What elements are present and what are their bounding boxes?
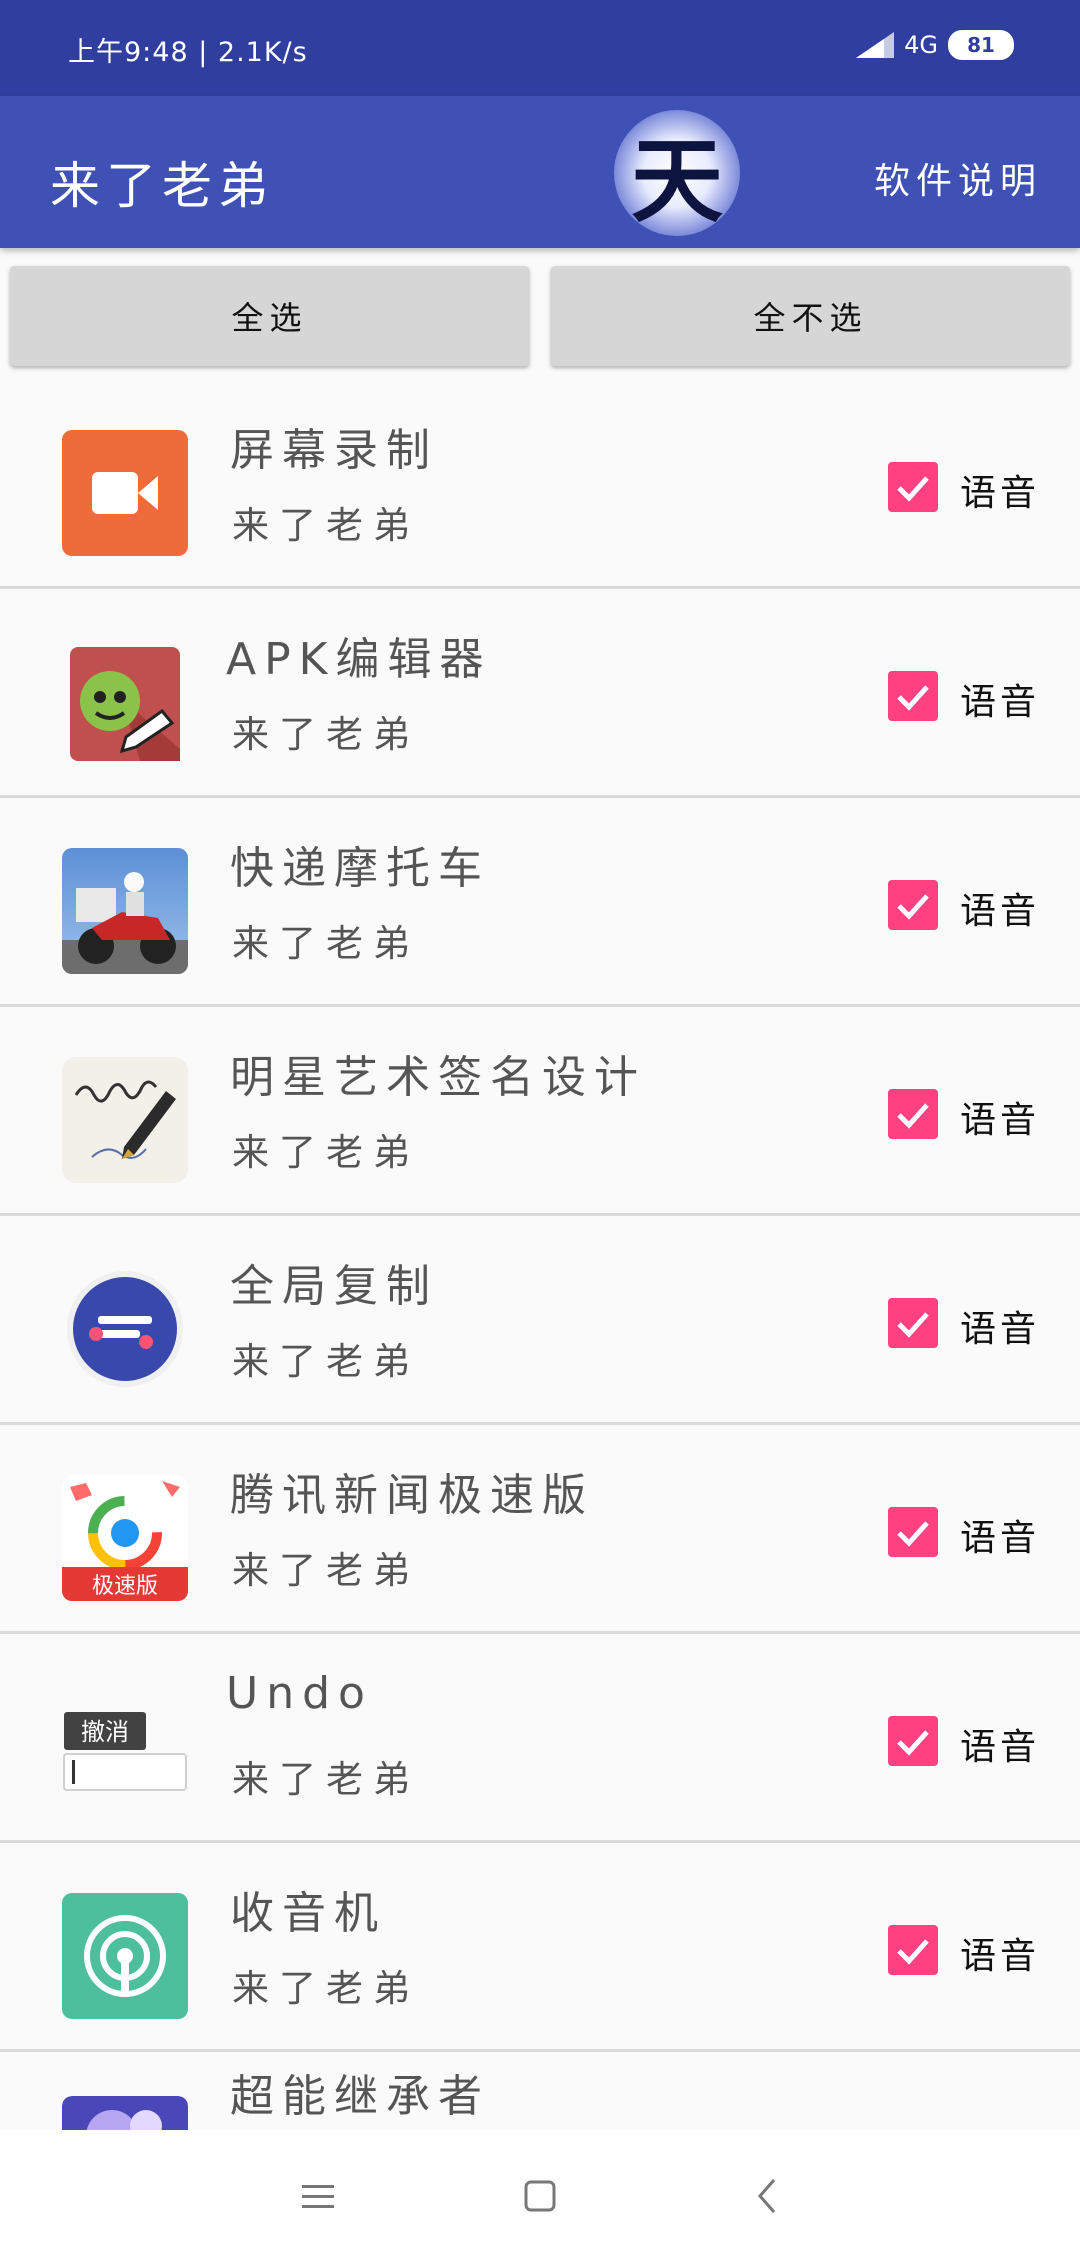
global-copy-icon	[62, 1266, 188, 1392]
menu-icon[interactable]	[290, 2168, 346, 2224]
voice-checkbox[interactable]	[888, 1507, 938, 1557]
undo-badge-text: 撤消	[81, 1718, 129, 1746]
app-name: Undo	[226, 1668, 373, 1719]
app-name: APK编辑器	[226, 634, 492, 685]
app-subtitle: 来了老弟	[232, 713, 420, 756]
voice-checkbox[interactable]	[888, 1089, 938, 1139]
voice-checkbox[interactable]	[888, 1298, 938, 1348]
list-item: 全局复制 来了老弟 语音	[0, 1216, 1080, 1425]
voice-label: 语音	[960, 1309, 1041, 1350]
voice-label: 语音	[960, 473, 1041, 514]
voice-checkbox[interactable]	[888, 462, 938, 512]
undo-icon: 撤消	[62, 1684, 188, 1810]
app-title: 来了老弟	[50, 157, 274, 215]
back-icon[interactable]	[740, 2168, 796, 2224]
voice-checkbox[interactable]	[888, 880, 938, 930]
check-icon	[897, 1939, 929, 1965]
app-name: 全局复制	[230, 1261, 438, 1312]
apk-editor-icon	[62, 639, 188, 765]
app-name: 收音机	[230, 1888, 386, 1939]
motorcycle-game-icon	[62, 848, 188, 974]
check-icon	[897, 894, 929, 920]
app-subtitle: 来了老弟	[232, 1340, 420, 1383]
voice-checkbox[interactable]	[888, 1925, 938, 1975]
list-item: 撤消 Undo 来了老弟 语音	[0, 1634, 1080, 1843]
app-name: 屏幕录制	[230, 425, 438, 476]
select-none-button[interactable]: 全不选	[551, 266, 1070, 366]
battery-level: 81	[967, 33, 995, 57]
help-link[interactable]: 软件说明	[874, 152, 1042, 204]
voice-label: 语音	[960, 1936, 1041, 1977]
list-item: 屏幕录制 来了老弟 语音	[0, 380, 1080, 589]
voice-label: 语音	[960, 682, 1041, 723]
list-item: 极速版 腾讯新闻极速版 来了老弟 语音	[0, 1425, 1080, 1634]
signal-icon	[856, 32, 895, 58]
app-name: 腾讯新闻极速版	[230, 1470, 594, 1521]
status-time-speed: 上午9:48 | 2.1K/s	[68, 37, 308, 68]
game-character-icon	[62, 2096, 188, 2130]
logo: 天	[614, 110, 740, 236]
network-type: 4G	[904, 31, 938, 59]
radio-icon	[62, 1893, 188, 2019]
voice-checkbox[interactable]	[888, 671, 938, 721]
select-all-button[interactable]: 全选	[10, 266, 529, 366]
screen-record-icon	[62, 430, 188, 556]
list-item: 收音机 来了老弟 语音	[0, 1843, 1080, 2052]
app-name: 明星艺术签名设计	[230, 1052, 646, 1103]
home-icon[interactable]	[512, 2168, 568, 2224]
voice-label: 语音	[960, 1727, 1041, 1768]
tencent-news-icon: 极速版	[62, 1475, 188, 1601]
app-subtitle: 来了老弟	[232, 1549, 420, 1592]
voice-checkbox[interactable]	[888, 1716, 938, 1766]
check-icon	[897, 685, 929, 711]
voice-label: 语音	[960, 891, 1041, 932]
voice-label: 语音	[960, 1100, 1041, 1141]
check-icon	[897, 1521, 929, 1547]
status-icons: 4G 81	[856, 30, 1014, 60]
signature-pen-icon	[62, 1057, 188, 1183]
list-item: 超能继承者	[0, 2052, 1080, 2130]
app-bar: 来了老弟 天 软件说明	[0, 96, 1080, 248]
selection-buttons: 全选 全不选	[10, 266, 1070, 366]
list-item: 明星艺术签名设计 来了老弟 语音	[0, 1007, 1080, 1216]
list-item: 快递摩托车 来了老弟 语音	[0, 798, 1080, 1007]
app-name: 快递摩托车	[230, 843, 490, 894]
battery-icon: 81	[948, 30, 1014, 60]
app-subtitle: 来了老弟	[232, 1131, 420, 1174]
app-subtitle: 来了老弟	[232, 922, 420, 965]
voice-label: 语音	[960, 1518, 1041, 1559]
check-icon	[897, 1730, 929, 1756]
status-bar: 上午9:48 | 2.1K/s 4G 81	[0, 0, 1080, 96]
check-icon	[897, 1312, 929, 1338]
app-subtitle: 来了老弟	[232, 1967, 420, 2010]
app-subtitle: 来了老弟	[232, 1758, 420, 1801]
navigation-bar	[0, 2130, 1080, 2260]
check-icon	[897, 1103, 929, 1129]
logo-glyph: 天	[630, 126, 723, 235]
news-badge-text: 极速版	[92, 1574, 158, 1599]
app-name: 超能继承者	[230, 2071, 490, 2122]
list-item: APK编辑器 来了老弟 语音	[0, 589, 1080, 798]
app-subtitle: 来了老弟	[232, 504, 420, 547]
check-icon	[897, 476, 929, 502]
app-list: 屏幕录制 来了老弟 语音 APK编辑器 来了老弟 语音 快递摩托车 来了老弟 语…	[0, 380, 1080, 2130]
